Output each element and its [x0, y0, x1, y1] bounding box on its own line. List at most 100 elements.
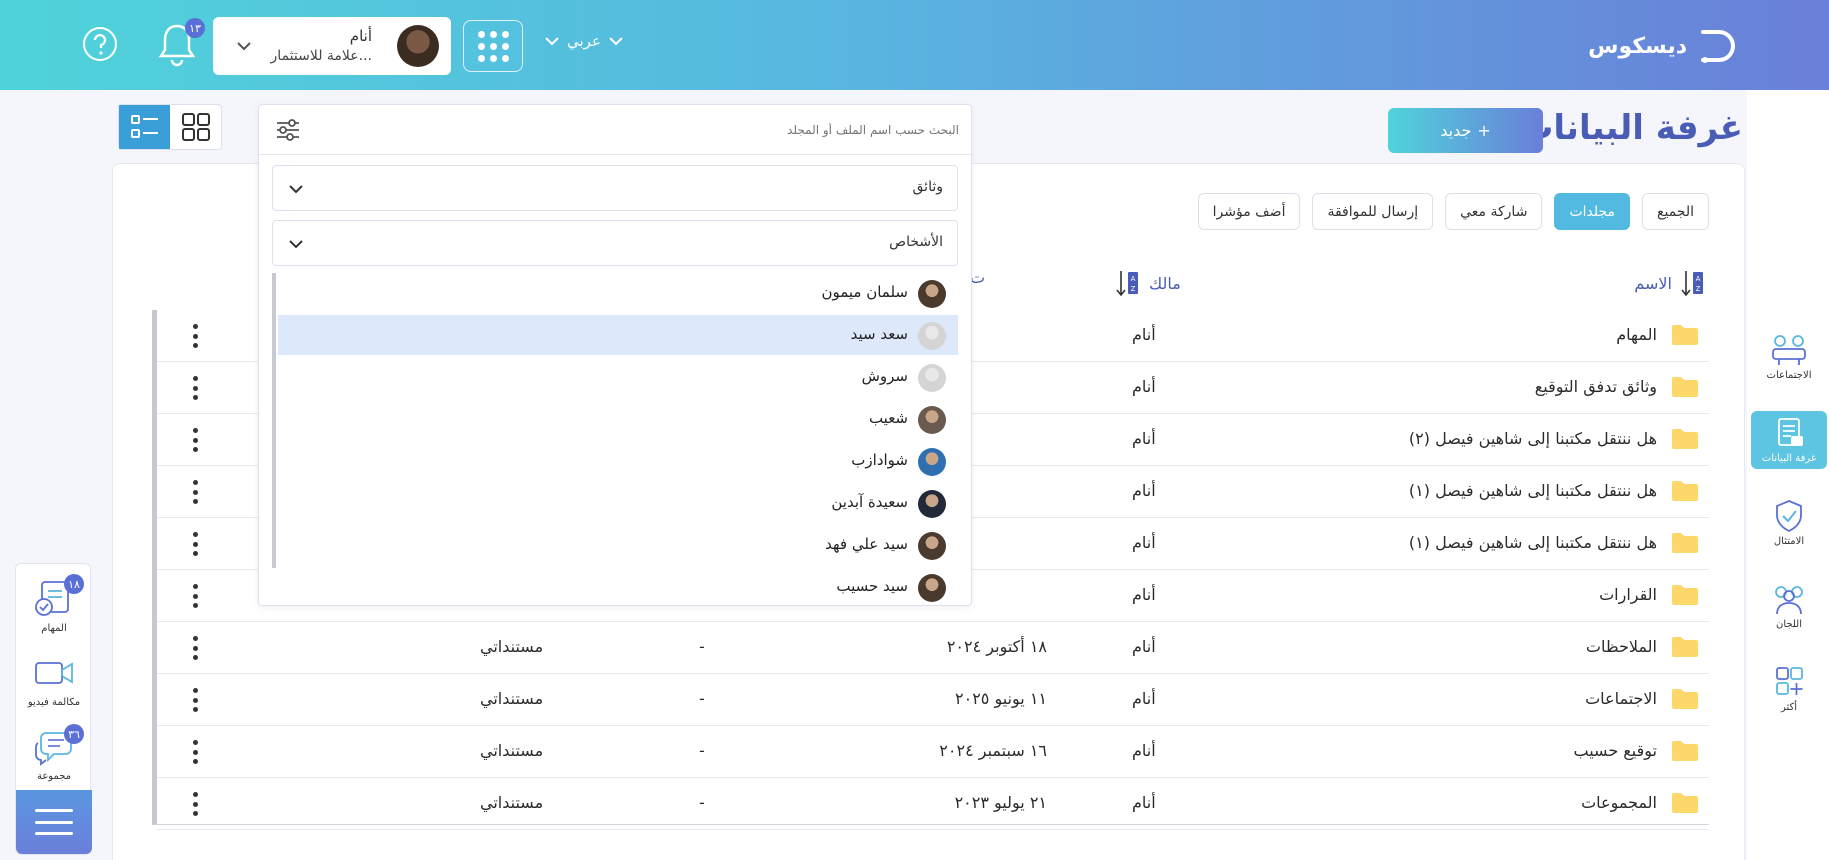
person-name: شعيب — [868, 409, 908, 427]
list-view-button[interactable] — [119, 105, 170, 149]
apps-grid-button[interactable] — [463, 20, 523, 72]
scrollbar[interactable] — [272, 273, 276, 568]
folder-icon — [1672, 377, 1698, 397]
folder-name[interactable]: توقيع حسيب — [1574, 741, 1658, 760]
language-selector[interactable]: عربي — [543, 32, 625, 50]
person-name: سعيدة آبدين — [831, 493, 908, 511]
column-header-date[interactable]: ت — [970, 268, 985, 287]
grid-view-button[interactable] — [170, 105, 221, 149]
more-options-icon[interactable] — [193, 688, 199, 712]
folder-name[interactable]: وثائق تدفق التوقيع — [1535, 377, 1657, 396]
svg-text:Z: Z — [1696, 285, 1701, 293]
search-bar — [259, 105, 971, 155]
person-option[interactable]: سيد حسيب — [278, 567, 958, 603]
table-row[interactable]: توقيع حسيب أنام ١٦ سبتمبر ٢٠٢٤ - مستنداتي — [157, 726, 1709, 778]
person-option[interactable]: سيد علي فهد — [278, 525, 958, 565]
person-option[interactable]: سعيدة آبدين — [278, 483, 958, 523]
person-option[interactable]: شوادازب — [278, 441, 958, 481]
plus-icon: + — [1477, 121, 1491, 140]
folder-name[interactable]: هل ننتقل مكتبنا إلى شاهين فيصل (١) — [1409, 533, 1657, 552]
folder-name[interactable]: الملاحظات — [1586, 637, 1657, 656]
location-cell: مستنداتي — [480, 637, 544, 656]
nav-item-committees[interactable]: اللجان — [1751, 577, 1827, 635]
document-type-select[interactable]: وثائق — [272, 165, 958, 211]
owner-cell: أنام — [1132, 689, 1156, 708]
filter-sliders-icon[interactable] — [273, 115, 303, 145]
column-header-label: مالك — [1149, 273, 1181, 293]
nav-item-compliance[interactable]: الامتثال — [1751, 494, 1827, 552]
column-header-label: الاسم — [1634, 273, 1672, 293]
avatar — [918, 322, 946, 350]
person-name: شوادازب — [851, 451, 908, 469]
new-button[interactable]: جديد + — [1388, 108, 1543, 153]
help-icon[interactable] — [82, 26, 118, 62]
language-label: عربي — [567, 32, 601, 50]
folder-name[interactable]: هل ننتقل مكتبنا إلى شاهين فيصل (١) — [1409, 481, 1657, 500]
more-options-icon[interactable] — [193, 480, 199, 504]
app-logo[interactable]: ديسكوس — [1588, 24, 1739, 68]
person-option[interactable]: سلمان ميمون — [278, 273, 958, 313]
logo-mark-icon — [1701, 30, 1735, 63]
more-options-icon[interactable] — [193, 792, 199, 816]
owner-cell: أنام — [1132, 585, 1156, 604]
sort-az-icon: A Z — [1681, 271, 1703, 297]
nav-item-meetings[interactable]: الاجتماعات — [1751, 328, 1827, 386]
person-option[interactable]: شعيب — [278, 399, 958, 439]
nav-item-data-room[interactable]: غرفة البيانات — [1751, 411, 1827, 469]
owner-cell: أنام — [1132, 377, 1156, 396]
avatar — [918, 406, 946, 434]
svg-text:Z: Z — [1131, 285, 1136, 293]
svg-text:A: A — [1131, 275, 1136, 283]
add-indicator[interactable]: أضف مؤشرا — [1197, 193, 1301, 230]
more-options-icon[interactable] — [193, 324, 199, 348]
people-select[interactable]: الأشخاص — [272, 220, 958, 266]
nav-item-more[interactable]: أكثر — [1751, 660, 1827, 718]
filter-shared-with-me[interactable]: شاركة معي — [1445, 193, 1543, 230]
folder-name[interactable]: الاجتماعات — [1585, 689, 1657, 708]
table-row[interactable]: الملاحظات أنام ١٨ أكتوبر ٢٠٢٤ - مستنداتي — [157, 622, 1709, 674]
chevron-down-icon — [609, 37, 623, 46]
folder-name[interactable]: المهام — [1616, 325, 1657, 344]
folder-name[interactable]: هل ننتقل مكتبنا إلى شاهين فيصل (٢) — [1409, 429, 1657, 448]
table-row[interactable]: الاجتماعات أنام ١١ يونيو ٢٠٢٥ - مستنداتي — [157, 674, 1709, 726]
avatar — [918, 490, 946, 518]
filter-folders[interactable]: مجلدات — [1554, 193, 1631, 230]
person-option[interactable]: سعد سيد — [278, 315, 958, 355]
more-options-icon[interactable] — [193, 428, 199, 452]
tasks-badge: ١٨ — [64, 574, 84, 594]
owner-cell: أنام — [1132, 429, 1156, 448]
folder-icon — [1672, 429, 1698, 449]
folder-icon — [1672, 741, 1698, 761]
menu-button[interactable] — [16, 790, 92, 854]
folder-name[interactable]: المجموعات — [1581, 793, 1657, 812]
committees-icon — [1775, 586, 1803, 615]
dock-video-call[interactable]: مكالمة فيديو — [16, 644, 92, 716]
compliance-icon — [1776, 500, 1802, 533]
more-options-icon[interactable] — [193, 584, 199, 608]
quick-dock: المهام ١٨ مكالمة فيديو مجموعة ٣٦ — [15, 563, 92, 855]
person-name: سعد سيد — [850, 325, 908, 343]
table-row[interactable]: المجموعات أنام ٢١ يوليو ٢٠٢٣ - مستنداتي — [157, 778, 1709, 830]
more-options-icon[interactable] — [193, 636, 199, 660]
filter-sent-for-approval[interactable]: إرسال للموافقة — [1312, 193, 1434, 230]
chevron-down-icon — [289, 240, 303, 249]
filter-chips: الجميع مجلدات شاركة معي إرسال للموافقة أ… — [1197, 193, 1709, 230]
new-button-label: جديد — [1440, 121, 1472, 140]
owner-cell: أنام — [1132, 793, 1156, 812]
more-options-icon[interactable] — [193, 532, 199, 556]
user-menu[interactable]: أنام علامة للاستثمار... — [213, 17, 451, 75]
more-options-icon[interactable] — [193, 376, 199, 400]
column-header-name[interactable]: الاسم A Z — [1634, 268, 1706, 298]
folder-icon — [1672, 585, 1698, 605]
search-input[interactable] — [329, 115, 959, 145]
column-header-owner[interactable]: A Z مالك — [1115, 268, 1181, 298]
person-option[interactable]: سروش — [278, 357, 958, 397]
filter-all[interactable]: الجميع — [1642, 193, 1709, 230]
column-header-label: ت — [970, 268, 986, 287]
avatar — [918, 532, 946, 560]
dock-label: المهام — [41, 622, 67, 634]
size-cell: - — [699, 637, 705, 656]
folder-name[interactable]: القرارات — [1599, 585, 1657, 604]
chevron-down-icon — [289, 185, 303, 194]
more-options-icon[interactable] — [193, 740, 199, 764]
